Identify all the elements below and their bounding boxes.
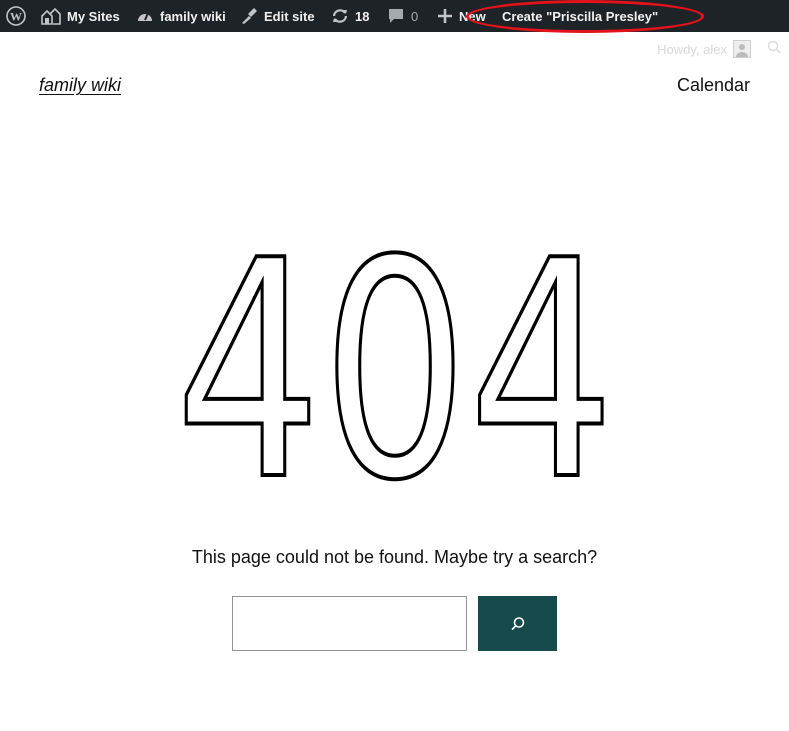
site-title-link[interactable]: family wiki bbox=[39, 75, 121, 96]
search-icon bbox=[767, 40, 781, 54]
adminbar-search-button[interactable] bbox=[767, 40, 781, 59]
wordpress-logo-button[interactable]: W bbox=[6, 0, 26, 32]
comment-icon bbox=[389, 9, 403, 23]
account-menu[interactable]: Howdy, alex bbox=[657, 40, 751, 58]
search-form bbox=[232, 596, 557, 651]
not-found-message: This page could not be found. Maybe try … bbox=[191, 547, 598, 567]
site-name-label: family wiki bbox=[160, 8, 226, 24]
edit-site-label: Edit site bbox=[264, 8, 315, 24]
nav-item-calendar[interactable]: Calendar bbox=[677, 75, 750, 96]
edit-site-button[interactable]: Edit site bbox=[240, 0, 315, 32]
comments-button[interactable]: 0 bbox=[387, 0, 418, 32]
avatar bbox=[733, 40, 751, 58]
search-button[interactable] bbox=[478, 596, 557, 651]
search-icon bbox=[510, 616, 524, 630]
comments-count: 0 bbox=[411, 8, 419, 24]
user-avatar-icon bbox=[736, 44, 748, 57]
red-highlight-annotation bbox=[466, 0, 704, 33]
error-404-text: 404 bbox=[175, 250, 615, 490]
howdy-label: Howdy, alex bbox=[657, 41, 727, 57]
my-sites-label: My Sites bbox=[67, 8, 120, 24]
plus-icon bbox=[438, 9, 452, 23]
updates-count: 18 bbox=[355, 8, 370, 24]
wordpress-icon: W bbox=[6, 6, 26, 26]
search-input[interactable] bbox=[232, 596, 467, 651]
dashboard-icon bbox=[138, 12, 152, 21]
update-icon bbox=[332, 9, 348, 23]
updates-button[interactable]: 18 bbox=[331, 0, 369, 32]
error-404-heading: 404 bbox=[173, 250, 617, 490]
admin-bar-secondary: Howdy, alex bbox=[0, 32, 789, 62]
site-name-menu[interactable]: family wiki bbox=[136, 0, 226, 32]
my-sites-icon bbox=[41, 7, 61, 25]
paintbrush-icon bbox=[242, 8, 257, 24]
my-sites-menu[interactable]: My Sites bbox=[41, 0, 120, 32]
svg-text:W: W bbox=[10, 10, 22, 24]
